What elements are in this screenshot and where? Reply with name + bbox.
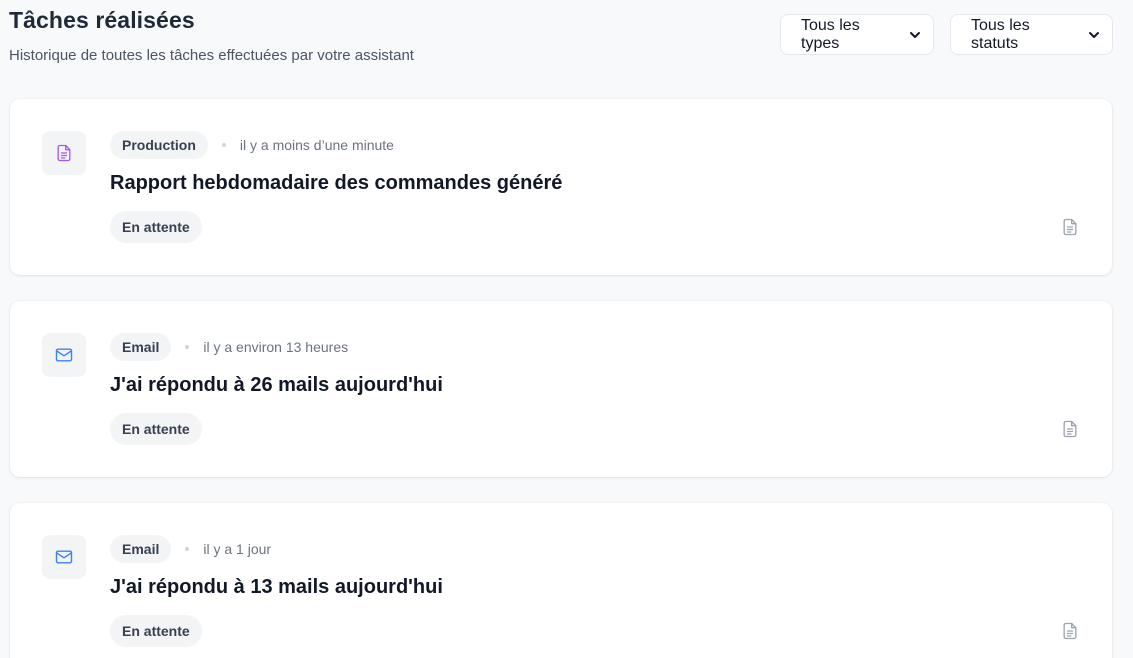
task-type-icon-box — [42, 535, 86, 579]
separator-dot — [185, 547, 190, 551]
document-icon — [57, 144, 71, 162]
tasks-page: Tâches réalisées Historique de toutes le… — [0, 0, 1133, 658]
task-meta: Production il y a moins d’une minute — [110, 131, 394, 159]
task-time: il y a moins d’une minute — [239, 137, 394, 153]
task-time: il y a environ 13 heures — [203, 339, 349, 355]
task-meta: Email il y a environ 13 heures — [110, 333, 348, 361]
task-type-badge: Email — [110, 333, 172, 361]
view-details-button[interactable] — [1060, 419, 1080, 439]
page-subtitle: Historique de toutes les tâches effectué… — [9, 47, 414, 64]
task-status-badge: En attente — [110, 413, 202, 445]
task-type-icon-box — [42, 131, 86, 175]
separator-dot — [221, 143, 226, 147]
mail-icon — [55, 348, 73, 362]
type-filter-select[interactable]: Tous les types — [780, 14, 934, 55]
task-type-badge: Production — [110, 131, 208, 159]
task-title: J'ai répondu à 13 mails aujourd'hui — [110, 576, 443, 598]
filters-bar: Tous les types Tous les statuts — [780, 14, 1113, 55]
status-filter-select[interactable]: Tous les statuts — [950, 14, 1113, 55]
task-time: il y a 1 jour — [203, 541, 272, 557]
document-icon — [1063, 420, 1077, 438]
view-details-button[interactable] — [1060, 217, 1080, 237]
task-status-badge: En attente — [110, 615, 202, 647]
separator-dot — [185, 345, 190, 349]
task-meta: Email il y a 1 jour — [110, 535, 271, 563]
status-filter-value: Tous les statuts — [971, 16, 1030, 52]
task-type-badge: Email — [110, 535, 172, 563]
document-icon — [1063, 622, 1077, 640]
task-title: J'ai répondu à 26 mails aujourd'hui — [110, 374, 443, 396]
chevron-down-icon — [910, 31, 920, 38]
type-filter-value: Tous les types — [801, 16, 860, 52]
task-type-icon-box — [42, 333, 86, 377]
mail-icon — [55, 550, 73, 564]
task-status-badge: En attente — [110, 211, 202, 243]
chevron-down-icon — [1089, 31, 1099, 38]
document-icon — [1063, 218, 1077, 236]
task-title: Rapport hebdomadaire des commandes génér… — [110, 172, 563, 194]
task-card[interactable]: Email il y a 1 jour J'ai répondu à 13 ma… — [10, 503, 1112, 658]
task-card[interactable]: Email il y a environ 13 heures J'ai répo… — [10, 301, 1112, 477]
view-details-button[interactable] — [1060, 621, 1080, 641]
task-card[interactable]: Production il y a moins d’une minute Rap… — [10, 99, 1112, 275]
page-title: Tâches réalisées — [9, 7, 195, 33]
page-header: Tâches réalisées Historique de toutes le… — [9, 6, 414, 65]
